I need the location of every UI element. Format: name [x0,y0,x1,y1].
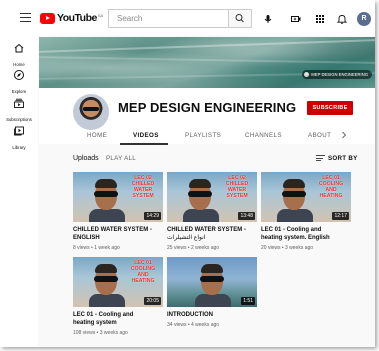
microphone-icon[interactable] [262,13,274,25]
video-title-line: heating system [73,320,117,326]
presenter-image [277,179,313,222]
sidebar-item-home[interactable]: Home [0,41,38,67]
video-duration: 1:51 [241,297,255,305]
video-meta: 8 views • 1 week ago [73,245,120,251]
sort-by-button[interactable]: SORT BY [316,155,358,163]
video-duration: 20:05 [144,297,161,305]
sidebar-item-explore[interactable]: Explore [0,68,38,94]
video-thumbnail[interactable]: 1:51 [167,257,257,307]
presenter-image [183,179,219,222]
presenter-image [89,179,125,222]
video-title[interactable]: LEC 01 - Cooling and heating system. Eng… [261,226,353,242]
sort-label: SORT BY [328,155,358,163]
logo-text: YouTube [57,12,97,24]
banner-channel-link[interactable]: MEP DESIGN ENGINEERING [302,70,372,79]
video-title-line: ENGLISH [73,235,100,241]
video-title-line: انواع التشيلرات [167,235,206,241]
channel-avatar [73,94,109,130]
subscribe-button[interactable]: SUBSCRIBE [307,101,353,115]
channel-banner: MEP DESIGN ENGINEERING [39,37,375,88]
presenter-image [89,264,125,307]
menu-icon[interactable] [20,13,31,22]
presenter-image [195,264,231,307]
tab-playlists[interactable]: PLAYLISTS [185,132,221,139]
video-duration: 14:29 [144,212,161,220]
section-title: Uploads [73,155,99,162]
banner-avatar-icon [304,72,310,77]
video-card[interactable]: LEC 02 CHILLED WATER SYSTEM 13:48 CHILLE… [167,172,257,251]
video-card[interactable]: LEC 01 COOLING AND HEATING 12:17 LEC 01 … [261,172,351,251]
thumbnail-overlay-text: LEC 02 CHILLED WATER SYSTEM [131,175,155,199]
compass-icon [14,70,24,80]
youtube-window: YouTube SA Search R Home Explore Subscri… [0,0,375,347]
video-thumbnail[interactable]: LEC 02 CHILLED WATER SYSTEM 14:29 [73,172,163,222]
create-video-icon[interactable] [290,13,302,25]
home-icon [14,43,24,53]
video-duration: 13:48 [238,212,255,220]
search-button[interactable] [228,9,252,28]
video-meta: 20 views • 3 weeks ago [261,245,314,251]
video-title[interactable]: INTRODUCTION [167,311,259,319]
video-title[interactable]: LEC 01 - Cooling and heating system [73,311,165,327]
video-title-line: heating system. English [261,235,330,241]
uploads-header: Uploads PLAY ALL [73,155,136,162]
logo-country-code: SA [97,13,104,18]
sidebar-item-subscriptions[interactable]: Subscriptions [0,96,38,122]
sort-icon [316,155,325,163]
video-title-line: INTRODUCTION [167,312,213,318]
sidebar-item-label: Subscriptions [6,117,32,122]
video-card[interactable]: LEC 02 CHILLED WATER SYSTEM 14:29 CHILLE… [73,172,163,251]
tab-videos[interactable]: VIDEOS [133,132,159,139]
tab-home[interactable]: HOME [87,132,107,139]
sidebar-item-label: Home [13,62,25,67]
search-icon [235,14,244,23]
thumbnail-overlay-text: LEC 02 CHILLED WATER SYSTEM [225,175,249,199]
notifications-bell-icon[interactable] [336,13,348,25]
chevron-right-icon[interactable] [341,131,347,139]
video-thumbnail[interactable]: LEC 02 CHILLED WATER SYSTEM 13:48 [167,172,257,222]
video-card[interactable]: 1:51 INTRODUCTION 34 views • 4 weeks ago [167,257,257,328]
play-all-button[interactable]: PLAY ALL [106,155,136,162]
video-thumbnail[interactable]: LEC 01 COOLING AND HEATING 20:05 [73,257,163,307]
youtube-logo[interactable]: YouTube SA [40,13,103,24]
thumbnail-overlay-text: LEC 01 COOLING AND HEATING [318,175,344,199]
sidebar-item-library[interactable]: Library [0,124,38,150]
banner-wave [39,39,375,53]
sidebar-item-label: Library [12,145,26,150]
thumbnail-overlay-text: LEC 01 COOLING AND HEATING [130,260,156,284]
top-bar: YouTube SA Search R [0,0,375,36]
banner-wave [39,56,375,64]
tab-channels[interactable]: CHANNELS [245,132,282,139]
video-title-line: CHILLED WATER SYSTEM - [73,227,152,233]
video-title[interactable]: CHILLED WATER SYSTEM - انواع التشيلرات [167,226,259,242]
library-icon [14,126,24,136]
youtube-play-icon [40,13,55,24]
tab-about[interactable]: ABOUT [308,132,331,139]
video-title[interactable]: CHILLED WATER SYSTEM - ENGLISH [73,226,165,242]
video-title-line: LEC 01 - Cooling and [73,312,134,318]
video-meta: 25 views • 2 weeks ago [167,245,220,251]
search-input[interactable]: Search [108,9,228,28]
video-meta: 34 views • 4 weeks ago [167,322,220,328]
video-card[interactable]: LEC 01 COOLING AND HEATING 20:05 LEC 01 … [73,257,163,336]
channel-tabs: HOME VIDEOS PLAYLISTS CHANNELS ABOUT [39,126,375,145]
video-duration: 12:17 [332,212,349,220]
sidebar-item-label: Explore [11,89,27,94]
channel-name: MEP DESIGN ENGINEERING [118,100,297,115]
apps-grid-icon[interactable] [314,13,326,25]
account-avatar[interactable]: R [357,12,371,26]
banner-badge-text: MEP DESIGN ENGINEERING [311,72,368,77]
video-meta: 108 views • 3 weeks ago [73,330,128,336]
video-thumbnail[interactable]: LEC 01 COOLING AND HEATING 12:17 [261,172,351,222]
video-title-line: LEC 01 - Cooling and [261,227,322,233]
sidebar: Home Explore Subscriptions Library [0,36,38,347]
active-tab-indicator [120,143,168,145]
video-title-line: CHILLED WATER SYSTEM - [167,227,246,233]
subscriptions-icon [14,98,24,108]
